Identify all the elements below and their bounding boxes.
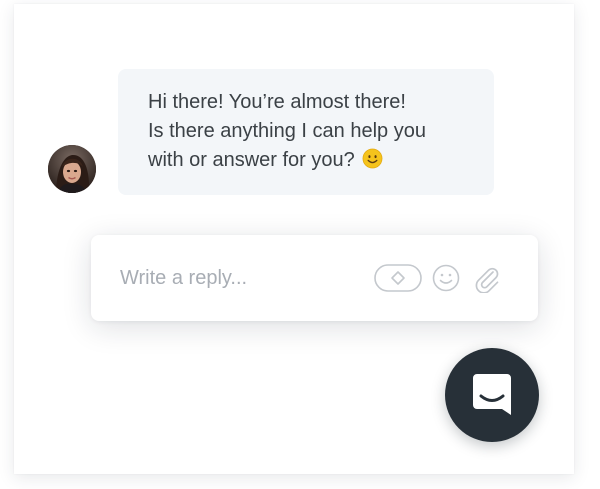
reply-composer[interactable]: Write a reply... [91,235,538,321]
chat-widget-stage: Hi there! You’re almost there! Is there … [0,0,600,489]
reply-input[interactable]: Write a reply... [120,265,247,291]
chat-smile-icon [473,374,511,415]
agent-message-bubble: Hi there! You’re almost there! Is there … [118,69,494,195]
messenger-launcher-button[interactable] [445,348,539,442]
gif-icon[interactable] [374,264,422,292]
message-line-3-wrap: with or answer for you? [148,146,474,175]
emoji-icon[interactable] [432,264,460,292]
agent-avatar [48,145,96,193]
agent-photo [48,145,96,193]
smiling-face-emoji [362,148,383,169]
message-line-1: Hi there! You’re almost there! [148,91,406,113]
paperclip-icon[interactable] [472,263,500,293]
message-line-3: with or answer for you? [148,149,355,171]
message-line-2: Is there anything I can help you [148,120,426,142]
